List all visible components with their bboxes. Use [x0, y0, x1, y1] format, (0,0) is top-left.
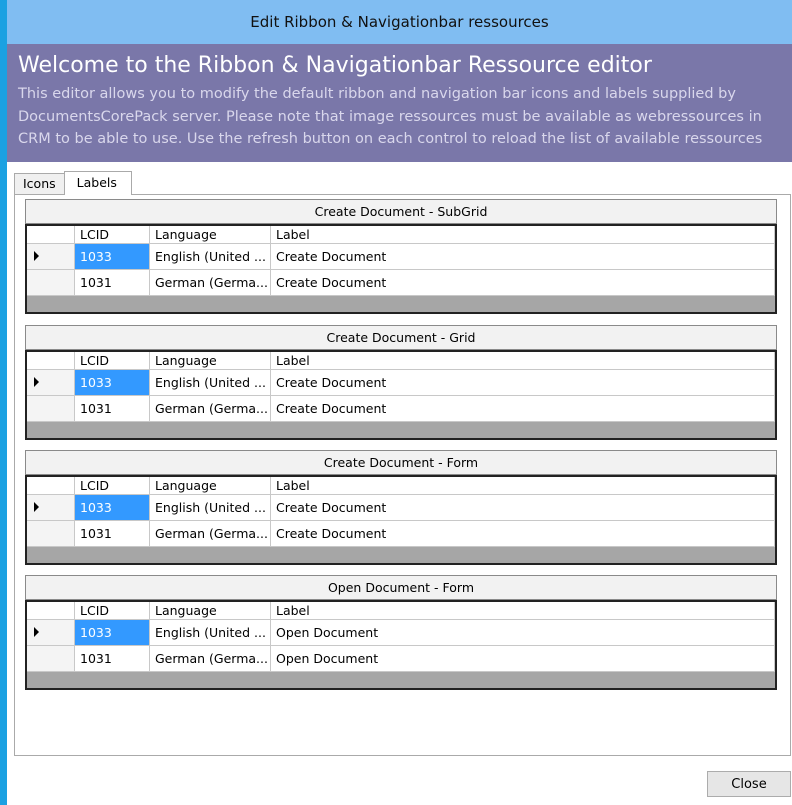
tab-labels[interactable]: Labels [63, 171, 132, 195]
cell-language[interactable]: English (United ... [149, 494, 271, 521]
group-title: Open Document - Form [327, 580, 475, 595]
tab-strip: Icons Labels [14, 171, 132, 195]
cell-language[interactable]: German (Germa... [149, 395, 271, 422]
row-pointer-icon [34, 377, 39, 387]
group-header: Create Document - Grid [25, 325, 777, 350]
table-row[interactable]: 1031 German (Germa... Open Document [27, 645, 775, 672]
label-group: Create Document - Grid LCID Language Lab… [25, 325, 777, 440]
cell-language[interactable]: English (United ... [149, 369, 271, 396]
row-header-corner [27, 352, 75, 370]
labels-grid[interactable]: LCID Language Label 1033 English (United… [25, 600, 777, 690]
column-header-label[interactable]: Label [270, 477, 775, 495]
table-row[interactable]: 1033 English (United ... Create Document [27, 243, 775, 270]
cell-language[interactable]: English (United ... [149, 619, 271, 646]
group-title: Create Document - Form [323, 455, 479, 470]
cell-language[interactable]: German (Germa... [149, 269, 271, 296]
row-header[interactable] [27, 369, 75, 396]
cell-lcid[interactable]: 1031 [74, 520, 150, 547]
window-titlebar: Edit Ribbon & Navigationbar ressources [7, 0, 792, 44]
cell-lcid[interactable]: 1033 [74, 369, 150, 396]
row-header-corner [27, 226, 75, 244]
cell-language[interactable]: German (Germa... [149, 645, 271, 672]
tab-icons[interactable]: Icons [14, 173, 65, 194]
cell-lcid[interactable]: 1033 [74, 619, 150, 646]
grid-header-row: LCID Language Label [27, 226, 775, 244]
cell-lcid[interactable]: 1033 [74, 494, 150, 521]
row-pointer-icon [34, 251, 39, 261]
cell-label[interactable]: Create Document [270, 395, 775, 422]
row-header[interactable] [27, 520, 75, 547]
cell-label[interactable]: Create Document [270, 520, 775, 547]
cell-label[interactable]: Create Document [270, 369, 775, 396]
column-header-label[interactable]: Label [270, 352, 775, 370]
table-row[interactable]: 1031 German (Germa... Create Document [27, 269, 775, 296]
grid-header-row: LCID Language Label [27, 477, 775, 495]
label-group: Create Document - SubGrid LCID Language … [25, 199, 777, 314]
group-header: Create Document - SubGrid [25, 199, 777, 224]
row-header[interactable] [27, 494, 75, 521]
welcome-banner: Welcome to the Ribbon & Navigationbar Re… [7, 44, 792, 162]
row-pointer-icon [34, 502, 39, 512]
column-header-language[interactable]: Language [149, 602, 271, 620]
labels-grid[interactable]: LCID Language Label 1033 English (United… [25, 475, 777, 565]
row-header[interactable] [27, 269, 75, 296]
group-header: Create Document - Form [25, 450, 777, 475]
row-header-corner [27, 602, 75, 620]
group-title: Create Document - SubGrid [314, 204, 488, 219]
column-header-lcid[interactable]: LCID [74, 477, 150, 495]
table-row[interactable]: 1031 German (Germa... Create Document [27, 395, 775, 422]
labels-grid[interactable]: LCID Language Label 1033 English (United… [25, 224, 777, 314]
group-title: Create Document - Grid [326, 330, 476, 345]
row-header[interactable] [27, 645, 75, 672]
column-header-label[interactable]: Label [270, 602, 775, 620]
grid-header-row: LCID Language Label [27, 352, 775, 370]
close-button[interactable]: Close [707, 771, 791, 797]
column-header-label[interactable]: Label [270, 226, 775, 244]
column-header-lcid[interactable]: LCID [74, 352, 150, 370]
row-header[interactable] [27, 395, 75, 422]
grid-empty-area [27, 547, 775, 563]
cell-label[interactable]: Open Document [270, 645, 775, 672]
label-group: Open Document - Form LCID Language Label… [25, 575, 777, 690]
row-header-corner [27, 477, 75, 495]
grid-empty-area [27, 422, 775, 438]
cell-label[interactable]: Open Document [270, 619, 775, 646]
cell-lcid[interactable]: 1031 [74, 395, 150, 422]
cell-language[interactable]: German (Germa... [149, 520, 271, 547]
table-row[interactable]: 1031 German (Germa... Create Document [27, 520, 775, 547]
labels-grid[interactable]: LCID Language Label 1033 English (United… [25, 350, 777, 440]
labels-tab-panel: Create Document - SubGrid LCID Language … [14, 194, 791, 756]
row-header[interactable] [27, 619, 75, 646]
cell-label[interactable]: Create Document [270, 494, 775, 521]
cell-lcid[interactable]: 1031 [74, 269, 150, 296]
column-header-language[interactable]: Language [149, 477, 271, 495]
row-pointer-icon [34, 627, 39, 637]
banner-heading: Welcome to the Ribbon & Navigationbar Re… [18, 53, 652, 78]
column-header-lcid[interactable]: LCID [74, 602, 150, 620]
column-header-language[interactable]: Language [149, 352, 271, 370]
grid-empty-area [27, 296, 775, 312]
window-title: Edit Ribbon & Navigationbar ressources [250, 13, 549, 31]
cell-lcid[interactable]: 1033 [74, 243, 150, 270]
cell-lcid[interactable]: 1031 [74, 645, 150, 672]
cell-language[interactable]: English (United ... [149, 243, 271, 270]
label-group: Create Document - Form LCID Language Lab… [25, 450, 777, 565]
column-header-lcid[interactable]: LCID [74, 226, 150, 244]
window-frame [0, 0, 7, 805]
banner-description: This editor allows you to modify the def… [18, 86, 763, 147]
table-row[interactable]: 1033 English (United ... Create Document [27, 494, 775, 521]
table-row[interactable]: 1033 English (United ... Create Document [27, 369, 775, 396]
grid-empty-area [27, 672, 775, 688]
row-header[interactable] [27, 243, 75, 270]
grid-header-row: LCID Language Label [27, 602, 775, 620]
cell-label[interactable]: Create Document [270, 269, 775, 296]
group-header: Open Document - Form [25, 575, 777, 600]
column-header-language[interactable]: Language [149, 226, 271, 244]
table-row[interactable]: 1033 English (United ... Open Document [27, 619, 775, 646]
cell-label[interactable]: Create Document [270, 243, 775, 270]
